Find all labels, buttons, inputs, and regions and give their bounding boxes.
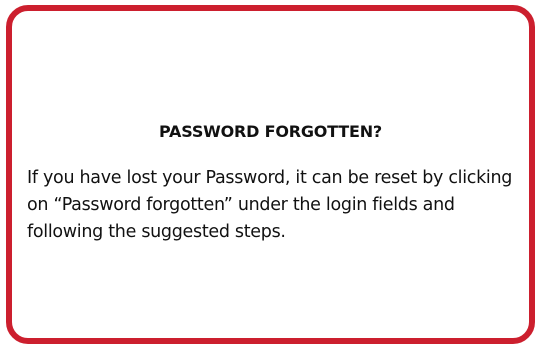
card-title: PASSWORD FORGOTTEN? xyxy=(159,122,382,141)
info-card: PASSWORD FORGOTTEN? If you have lost you… xyxy=(6,5,535,344)
card-body-text: If you have lost your Password, it can b… xyxy=(27,168,513,242)
